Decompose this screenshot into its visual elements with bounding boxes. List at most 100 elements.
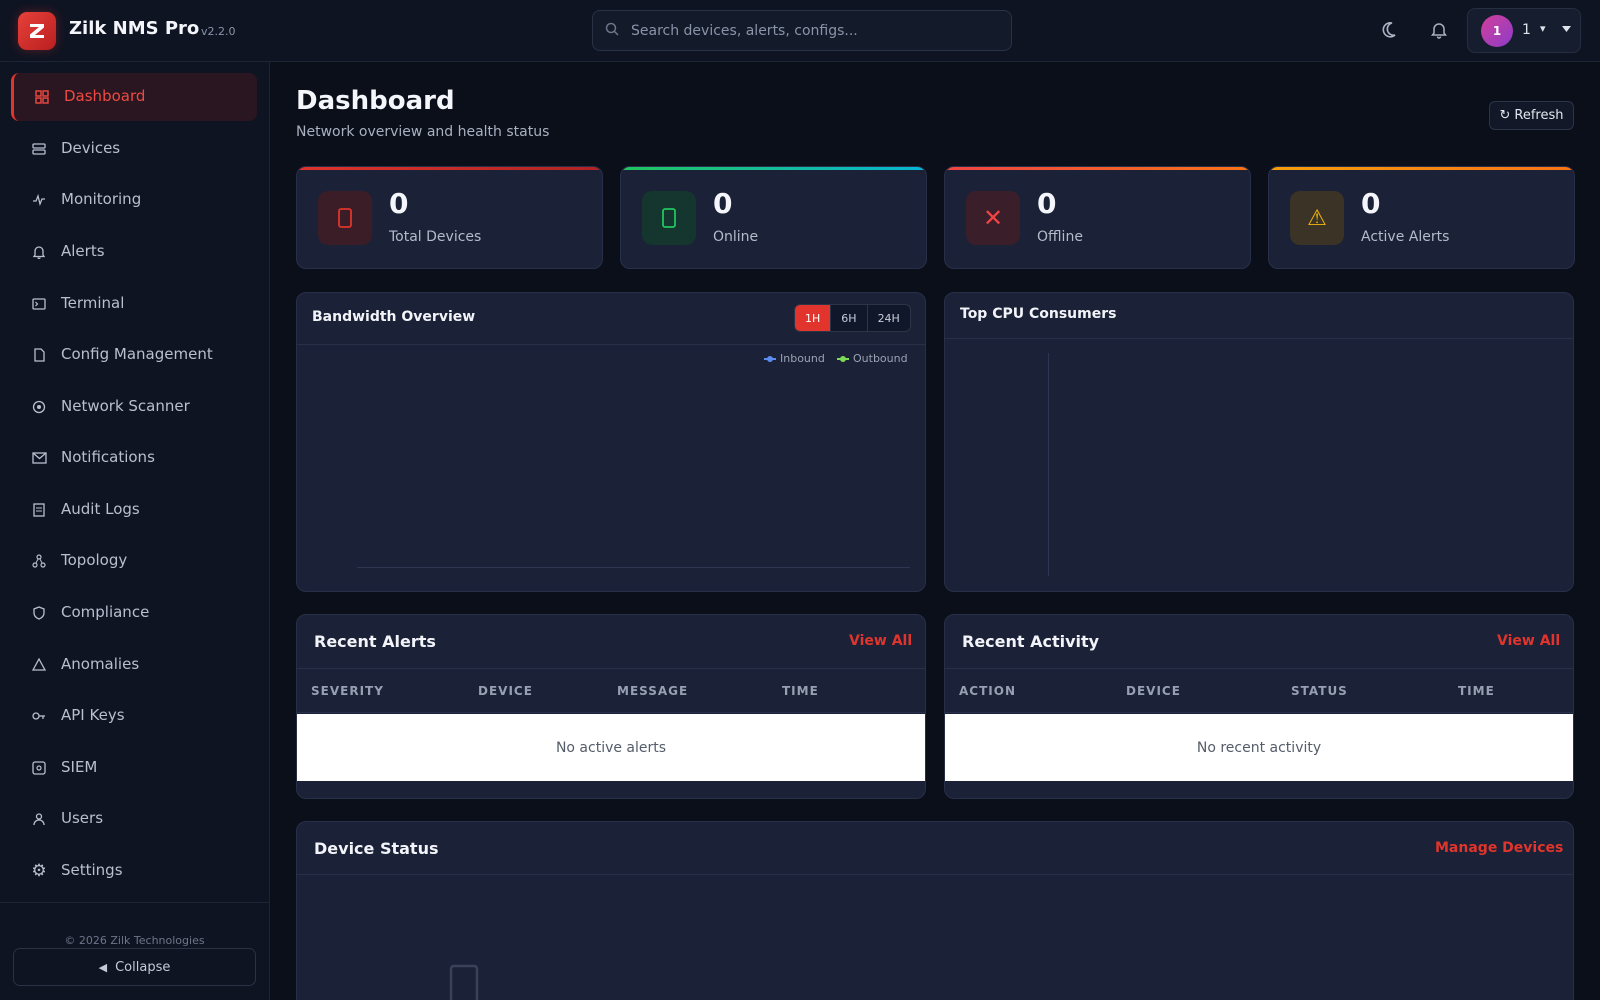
avatar: 1 xyxy=(1481,15,1513,47)
app-logo[interactable] xyxy=(18,12,56,50)
sidebar-item-config-management[interactable]: Config Management xyxy=(11,331,257,379)
page-title: Dashboard xyxy=(296,86,455,116)
column-header[interactable]: MESSAGE xyxy=(617,684,688,698)
collapse-button[interactable]: ◀ Collapse xyxy=(13,948,256,986)
monitoring-icon xyxy=(29,190,49,210)
device-status-title: Device Status xyxy=(314,839,439,858)
column-header[interactable]: DEVICE xyxy=(478,684,533,698)
sidebar-item-network-scanner[interactable]: Network Scanner xyxy=(11,383,257,431)
panel-divider xyxy=(297,874,1573,875)
stat-value: 0 xyxy=(713,187,733,220)
stat-card-active-alerts: ⚠ 0 Active Alerts xyxy=(1268,166,1575,269)
sidebar-item-siem[interactable]: SIEM xyxy=(11,744,257,792)
server-icon xyxy=(318,191,372,245)
page-subtitle: Network overview and health status xyxy=(296,124,550,140)
sidebar-item-devices[interactable]: Devices xyxy=(11,125,257,173)
app-version: v2.2.0 xyxy=(201,25,236,38)
refresh-button[interactable]: ↻ Refresh xyxy=(1489,101,1574,130)
check-circle-icon xyxy=(642,191,696,245)
top-bar: Zilk NMS Pro v2.2.0 1 1 ▾ xyxy=(0,0,1600,62)
legend-label: Inbound xyxy=(780,352,825,365)
stat-label: Offline xyxy=(1037,229,1083,245)
sidebar-item-label: Audit Logs xyxy=(61,500,140,518)
sidebar-item-label: Users xyxy=(61,809,104,827)
stat-label: Online xyxy=(713,229,759,245)
activity-view-all-link[interactable]: View All xyxy=(1497,633,1560,649)
sidebar-item-label: Config Management xyxy=(61,345,213,363)
panel-divider xyxy=(297,344,925,345)
stat-value: 0 xyxy=(389,187,409,220)
user-name: 1 xyxy=(1522,22,1531,38)
sidebar-item-label: Terminal xyxy=(61,294,125,312)
range-1h-button[interactable]: 1H xyxy=(795,305,831,331)
stat-card-online: 0 Online xyxy=(620,166,927,269)
manage-devices-link[interactable]: Manage Devices xyxy=(1435,840,1563,856)
activity-empty-state: No recent activity xyxy=(945,714,1573,781)
legend-outbound: Outbound xyxy=(837,352,908,365)
sidebar-item-notifications[interactable]: Notifications xyxy=(11,434,257,482)
panel-divider xyxy=(945,338,1573,339)
sidebar-item-label: Network Scanner xyxy=(61,397,190,415)
column-header[interactable]: DEVICE xyxy=(1126,684,1181,698)
column-header[interactable]: STATUS xyxy=(1291,684,1348,698)
sidebar-item-terminal[interactable]: Terminal xyxy=(11,280,257,328)
sidebar-item-users[interactable]: Users xyxy=(11,795,257,843)
sidebar-item-label: Devices xyxy=(61,139,121,157)
sidebar-item-audit-logs[interactable]: Audit Logs xyxy=(11,486,257,534)
search-input[interactable] xyxy=(631,11,1001,50)
sidebar-item-label: Settings xyxy=(61,861,123,879)
users-icon xyxy=(29,809,49,829)
stat-card-offline: ✕ 0 Offline xyxy=(944,166,1251,269)
sidebar-item-label: Monitoring xyxy=(61,190,142,208)
user-menu[interactable]: 1 1 ▾ xyxy=(1467,8,1581,53)
envelope-icon xyxy=(29,448,49,468)
sidebar-item-label: SIEM xyxy=(61,758,98,776)
column-header[interactable]: TIME xyxy=(782,684,819,698)
column-header[interactable]: TIME xyxy=(1458,684,1495,698)
sidebar-item-dashboard[interactable]: Dashboard xyxy=(11,73,257,121)
topology-icon xyxy=(29,551,49,571)
close-icon: ✕ xyxy=(966,191,1020,245)
cpu-panel xyxy=(944,292,1574,592)
sidebar-item-label: Alerts xyxy=(61,242,105,260)
recent-activity-title: Recent Activity xyxy=(962,632,1100,651)
time-range-selector: 1H 6H 24H xyxy=(794,304,911,332)
legend-swatch xyxy=(764,355,776,362)
dashboard-icon xyxy=(32,87,52,107)
collapse-label: Collapse xyxy=(115,959,171,975)
sidebar-item-anomalies[interactable]: Anomalies xyxy=(11,641,257,689)
sidebar-item-label: Compliance xyxy=(61,603,150,621)
chevron-down-icon xyxy=(1562,22,1571,35)
range-24h-button[interactable]: 24H xyxy=(866,305,910,331)
bandwidth-panel xyxy=(296,292,926,592)
sidebar-item-compliance[interactable]: Compliance xyxy=(11,589,257,637)
stat-value: 0 xyxy=(1037,187,1057,220)
stat-card-total-devices: 0 Total Devices xyxy=(296,166,603,269)
sidebar: Dashboard Devices Monitoring Alerts Term… xyxy=(0,62,270,1000)
device-status-panel xyxy=(296,821,1574,1000)
column-header[interactable]: ACTION xyxy=(959,684,1016,698)
siem-icon xyxy=(29,758,49,778)
legend-swatch xyxy=(837,355,849,362)
sidebar-item-monitoring[interactable]: Monitoring xyxy=(11,176,257,224)
app-title: Zilk NMS Pro xyxy=(69,18,200,39)
sidebar-item-settings[interactable]: ⚙ Settings xyxy=(11,847,257,895)
bell-icon[interactable] xyxy=(1428,18,1450,42)
range-6h-button[interactable]: 6H xyxy=(830,305,866,331)
theme-toggle-icon[interactable] xyxy=(1378,18,1400,42)
warning-icon: ⚠ xyxy=(1290,191,1344,245)
user-caret: ▾ xyxy=(1540,22,1546,35)
column-header[interactable]: SEVERITY xyxy=(311,684,384,698)
sidebar-item-api-keys[interactable]: API Keys xyxy=(11,692,257,740)
audit-icon xyxy=(29,500,49,520)
alerts-empty-state: No active alerts xyxy=(297,714,925,781)
sidebar-item-alerts[interactable]: Alerts xyxy=(11,228,257,276)
refresh-icon: ↻ xyxy=(1499,108,1511,123)
caret-left-icon: ◀ xyxy=(98,960,108,974)
sidebar-item-topology[interactable]: Topology xyxy=(11,537,257,585)
global-search[interactable] xyxy=(592,10,1012,51)
sidebar-item-label: Topology xyxy=(61,551,128,569)
stat-label: Total Devices xyxy=(389,229,482,245)
chart-y-axis xyxy=(1048,353,1049,576)
alerts-view-all-link[interactable]: View All xyxy=(849,633,912,649)
